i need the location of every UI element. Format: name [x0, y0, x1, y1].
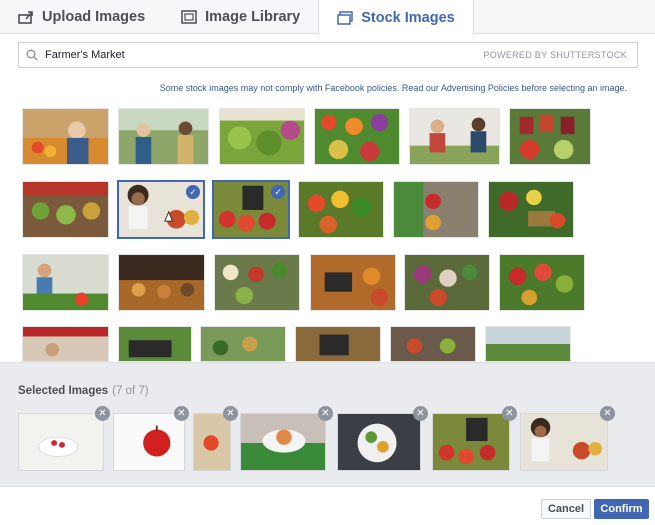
- selected-image: [337, 413, 421, 471]
- selected-check-icon: ✓: [186, 185, 200, 199]
- tab-image-library[interactable]: Image Library: [163, 0, 318, 34]
- stock-image-thumbnail[interactable]: [118, 108, 209, 165]
- stock-images-icon: [337, 10, 353, 25]
- selected-check-icon: ✓: [271, 185, 285, 199]
- powered-by-shutterstock: POWERED BY SHUTTERSTOCK: [483, 50, 627, 60]
- library-icon: [181, 10, 197, 24]
- stock-image-thumbnail[interactable]: [22, 326, 109, 362]
- stock-image-thumbnail[interactable]: [219, 108, 305, 165]
- selected-image: [432, 413, 510, 471]
- confirm-button[interactable]: Confirm: [594, 499, 649, 519]
- stock-image-thumbnail[interactable]: [22, 108, 109, 165]
- stock-image-thumbnail[interactable]: [22, 181, 109, 238]
- tab-label: Image Library: [205, 9, 301, 25]
- selected-image: [240, 413, 326, 471]
- stock-image-thumbnail[interactable]: [310, 254, 396, 311]
- stock-image-thumbnail[interactable]: [499, 254, 585, 311]
- remove-image-icon[interactable]: ✕: [318, 406, 333, 421]
- selected-images-title: Selected Images (7 of 7): [18, 385, 149, 397]
- dialog-footer: Cancel Confirm: [0, 486, 655, 525]
- stock-image-thumbnail[interactable]: [118, 326, 192, 362]
- selected-image: [113, 413, 185, 471]
- tab-label: Upload Images: [42, 9, 146, 25]
- tab-bar: Upload Images Image Library Stock Images: [0, 0, 655, 35]
- stock-image-thumbnail-selected[interactable]: ✓: [117, 180, 205, 239]
- upload-icon: [18, 10, 34, 24]
- stock-image-thumbnail[interactable]: [390, 326, 476, 362]
- search-icon: [19, 43, 45, 67]
- stock-image-thumbnail[interactable]: [214, 254, 300, 311]
- stock-image-thumbnail[interactable]: [314, 108, 400, 165]
- selected-count: (7 of 7): [112, 385, 149, 397]
- stock-image-thumbnail[interactable]: [295, 326, 381, 362]
- cancel-button[interactable]: Cancel: [541, 499, 591, 519]
- remove-image-icon[interactable]: ✕: [413, 406, 428, 421]
- stock-image-thumbnail[interactable]: [409, 108, 500, 165]
- stock-image-thumbnail[interactable]: [488, 181, 574, 238]
- remove-image-icon[interactable]: ✕: [223, 406, 238, 421]
- selected-image: [193, 413, 231, 471]
- remove-image-icon[interactable]: ✕: [600, 406, 615, 421]
- stock-image-thumbnail[interactable]: [485, 326, 571, 362]
- stock-image-thumbnail[interactable]: [200, 326, 286, 362]
- stock-image-thumbnail[interactable]: [393, 181, 479, 238]
- remove-image-icon[interactable]: ✕: [174, 406, 189, 421]
- selected-image: [520, 413, 608, 471]
- remove-image-icon[interactable]: ✕: [95, 406, 110, 421]
- selected-images-panel: Selected Images (7 of 7): [0, 362, 655, 486]
- stock-image-thumbnail-selected[interactable]: ✓: [212, 180, 290, 239]
- remove-image-icon[interactable]: ✕: [502, 406, 517, 421]
- stock-image-thumbnail[interactable]: [509, 108, 591, 165]
- policy-notice[interactable]: Some stock images may not comply with Fa…: [160, 83, 627, 93]
- tab-stock-images[interactable]: Stock Images: [318, 0, 474, 35]
- stock-search-bar: POWERED BY SHUTTERSTOCK: [18, 42, 638, 68]
- stock-image-thumbnail[interactable]: [298, 181, 384, 238]
- stock-image-grid: ✓ ✓: [0, 100, 655, 362]
- stock-image-thumbnail[interactable]: [404, 254, 490, 311]
- selected-image: [18, 413, 104, 471]
- stock-image-thumbnail[interactable]: [118, 254, 205, 311]
- stock-image-thumbnail[interactable]: [22, 254, 109, 311]
- tab-label: Stock Images: [361, 9, 455, 26]
- tab-upload-images[interactable]: Upload Images: [0, 0, 163, 34]
- search-input[interactable]: [45, 49, 484, 61]
